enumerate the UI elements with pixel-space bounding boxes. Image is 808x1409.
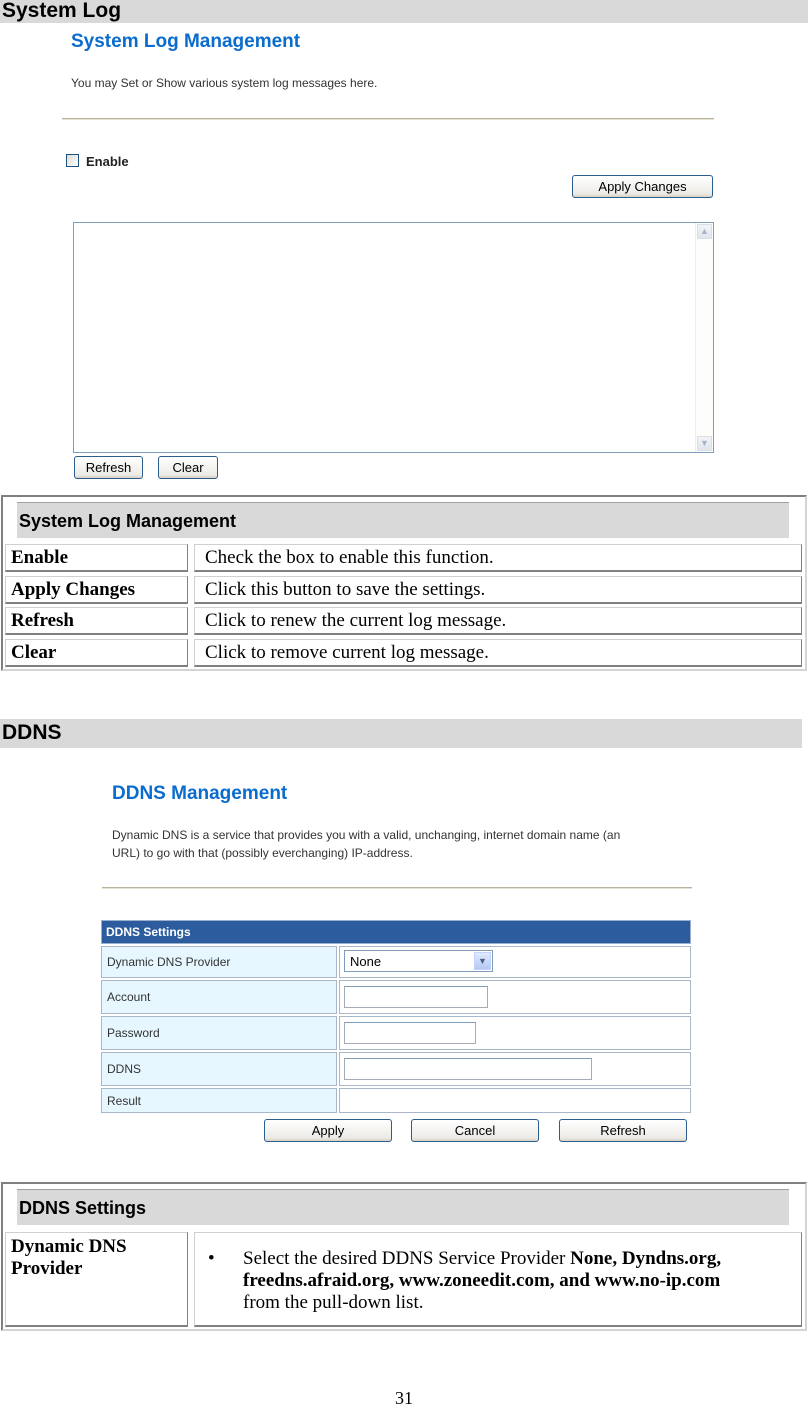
system-log-section-bar-right [745,0,808,23]
ddns-cancel-button[interactable]: Cancel [411,1119,539,1142]
doc-key-cell: Dynamic DNS Provider [5,1232,188,1327]
log-clear-button[interactable]: Clear [158,456,218,479]
divider [62,118,714,120]
password-input[interactable] [344,1022,476,1044]
enable-label: Enable [86,154,129,169]
scroll-down-icon[interactable]: ▼ [697,436,712,451]
account-label: Account [107,990,151,1004]
doc-value: Click to renew the current log message. [205,610,507,631]
doc-key-line1: Dynamic DNS [11,1236,127,1257]
doc-value-cell: Click to renew the current log message. [194,607,802,635]
system-log-doc-table-header-text: System Log Management [19,511,237,531]
doc-key-cell: Enable [5,544,188,572]
ddns-doc-table-header: DDNS Settings [17,1189,789,1225]
password-value-cell [339,1016,691,1050]
doc-key: Refresh [11,610,74,631]
ddns-ui-description-line2: URL) to go with that (possibly everchang… [112,846,413,860]
bullet-icon: • [208,1248,215,1269]
log-textarea[interactable]: ▲ ▼ [73,222,714,453]
page-number: 31 [395,1388,413,1408]
provider-label: Dynamic DNS Provider [107,955,231,969]
doc-value: Select the desired DDNS Service Provider… [243,1248,798,1314]
doc-value-cell: Check the box to enable this function. [194,544,802,572]
doc-key: Enable [11,547,69,568]
doc-key-line2: Provider [11,1258,83,1279]
apply-changes-button[interactable]: Apply Changes [572,175,713,198]
doc-key: Apply Changes [11,579,136,600]
account-input[interactable] [344,986,488,1008]
scroll-up-icon[interactable]: ▲ [697,224,712,239]
doc-value: Click to remove current log message. [205,642,489,663]
account-value-cell [339,980,691,1014]
system-log-doc-table-header: System Log Management [17,502,789,538]
ddns-refresh-button[interactable]: Refresh [559,1119,687,1142]
ddns-ui-title: DDNS Management [112,783,288,804]
provider-select[interactable]: None ▼ [344,950,493,972]
doc-value-providers-1: None, Dyndns.org, [570,1248,722,1269]
ddns-input[interactable] [344,1058,592,1080]
provider-select-value: None [350,954,382,969]
result-value-cell [339,1088,691,1113]
ddns-label: DDNS [107,1062,142,1076]
result-label-cell: Result [101,1088,337,1113]
ddns-section-title: DDNS [2,721,62,744]
doc-value-cell: • Select the desired DDNS Service Provid… [194,1232,802,1327]
doc-value: Check the box to enable this function. [205,547,494,568]
doc-value: Click this button to save the settings. [205,579,486,600]
provider-value-cell: None ▼ [339,946,691,978]
ddns-doc-table-header-text: DDNS Settings [19,1198,147,1218]
password-label: Password [107,1026,160,1040]
doc-key: Clear [11,642,57,663]
doc-value-cell: Click this button to save the settings. [194,576,802,604]
password-label-cell: Password [101,1016,337,1050]
system-log-ui-description: You may Set or Show various system log m… [71,76,378,90]
ddns-settings-header-text: DDNS Settings [106,925,191,939]
ddns-value-cell [339,1052,691,1086]
ddns-section-bar [0,719,802,748]
doc-value-suffix: from the pull-down list. [243,1292,424,1313]
doc-key-cell: Apply Changes [5,576,188,604]
result-label: Result [107,1094,142,1108]
doc-key-cell: Refresh [5,607,188,635]
doc-value-providers-2: freedns.afraid.org, www.zoneedit.com, an… [243,1270,721,1291]
ddns-apply-button[interactable]: Apply [264,1119,392,1142]
doc-value-prefix: Select the desired DDNS Service Provider [243,1248,571,1269]
ddns-settings-header: DDNS Settings [101,920,691,944]
system-log-ui-title: System Log Management [71,31,301,52]
ddns-label-cell: DDNS [101,1052,337,1086]
log-scrollbar[interactable]: ▲ ▼ [695,223,713,452]
divider [102,887,692,889]
log-refresh-button[interactable]: Refresh [74,456,143,479]
ddns-ui-description-line1: Dynamic DNS is a service that provides y… [112,828,621,842]
doc-value-cell: Click to remove current log message. [194,639,802,667]
chevron-down-icon[interactable]: ▼ [474,952,491,970]
provider-label-cell: Dynamic DNS Provider [101,946,337,978]
account-label-cell: Account [101,980,337,1014]
enable-checkbox[interactable] [66,154,79,167]
system-log-section-title: System Log [2,0,122,22]
doc-key-cell: Clear [5,639,188,667]
